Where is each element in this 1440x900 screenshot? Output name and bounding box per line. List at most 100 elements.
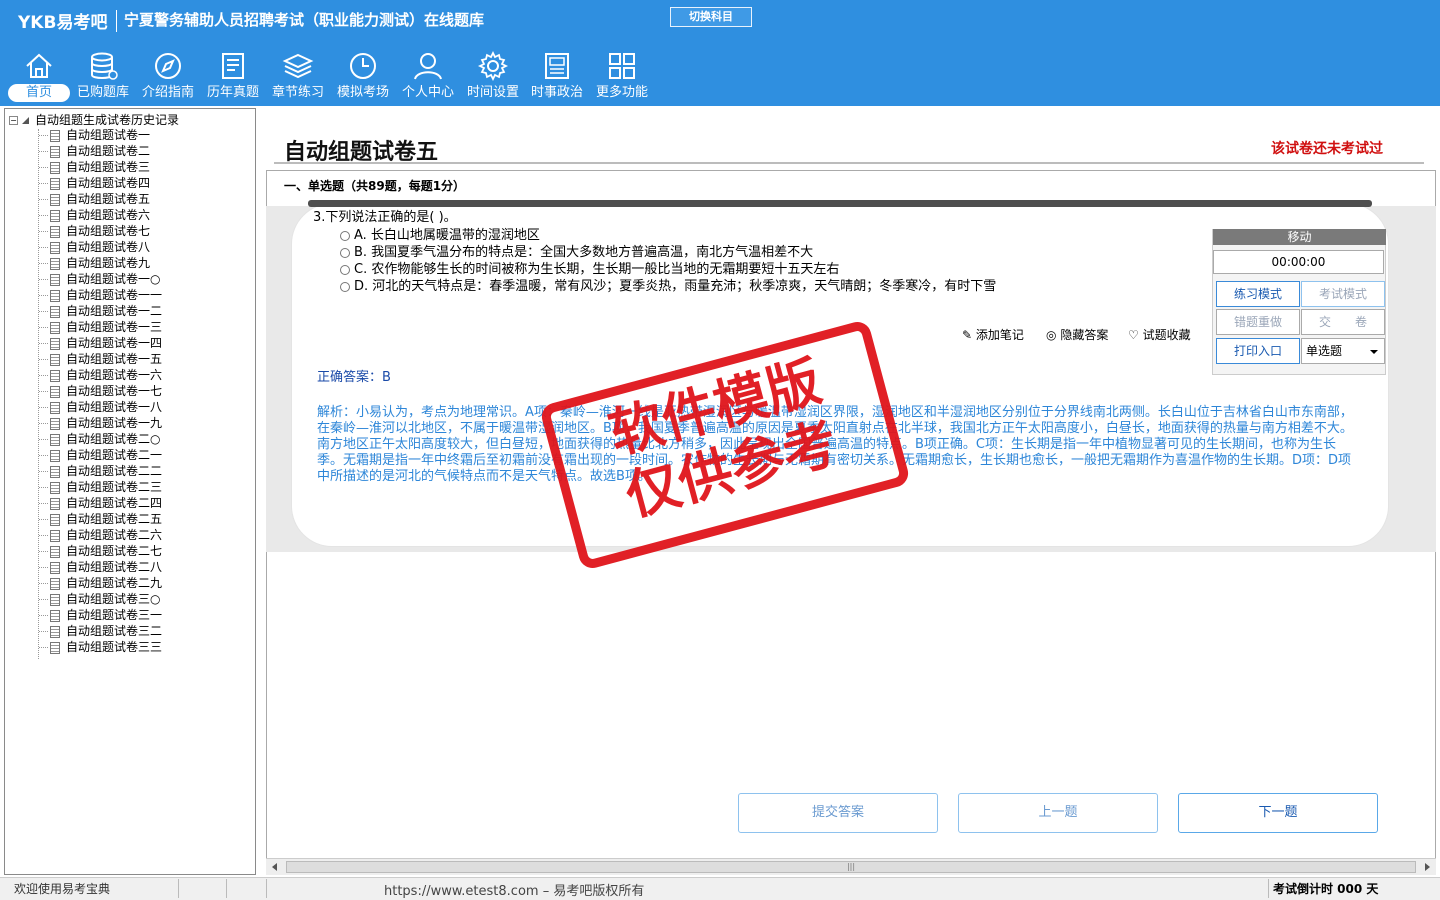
print-button[interactable]: 打印入口 [1216,338,1300,364]
tree-connector [39,487,48,488]
nav-past-papers[interactable]: 历年真题 [200,46,266,104]
exam-mode-button[interactable]: 考试模式 [1301,281,1385,307]
tree-item-label: 自动组题试卷一六 [66,368,163,382]
radio-icon[interactable] [340,281,350,292]
tree-item-label: 自动组题试卷一七 [66,384,163,398]
tree-connector [39,311,48,312]
tree-item[interactable]: 自动组题试卷四 [39,175,150,191]
document-icon [50,353,60,366]
tree-item[interactable]: 自动组题试卷八 [39,239,150,255]
document-icon [50,545,60,558]
tree-item-label: 自动组题试卷一九 [66,416,163,430]
submit-answer-button[interactable]: 提交答案 [738,793,938,833]
tree-item[interactable]: 自动组题试卷三○ [39,591,160,607]
tree-item[interactable]: 自动组题试卷二八 [39,559,162,575]
chevron-down-icon [1370,350,1378,354]
tree-item[interactable]: 自动组题试卷二二 [39,463,162,479]
nav-chapter-practice[interactable]: 章节练习 [265,46,331,104]
tree-item[interactable]: 自动组题试卷一八 [39,399,162,415]
nav-mock-exam[interactable]: 模拟考场 [330,46,396,104]
status-divider [178,879,179,898]
question-type-select[interactable]: 单选题 [1301,338,1385,364]
tree-item[interactable]: 自动组题试卷一九 [39,415,162,431]
nav-time-settings[interactable]: 时间设置 [460,46,526,104]
nav-more[interactable]: 更多功能 [589,46,655,104]
tree-item[interactable]: 自动组题试卷三二 [39,623,162,639]
nav-purchased[interactable]: 已购题库 [70,46,136,104]
panel-move-handle[interactable]: 移动 [1213,229,1386,245]
switch-subject-button[interactable]: 切换科目 [670,7,752,27]
tree-item[interactable]: 自动组题试卷二九 [39,575,162,591]
tree-item[interactable]: 自动组题试卷六 [39,207,150,223]
tree-item[interactable]: 自动组题试卷二一 [39,447,162,463]
radio-icon[interactable] [340,230,350,241]
wrong-redo-button[interactable]: 错题重做 [1216,309,1300,335]
tool-label: 试题收藏 [1142,328,1191,342]
tree-item[interactable]: 自动组题试卷二三 [39,479,162,495]
tree-item[interactable]: 自动组题试卷九 [39,255,150,271]
tree-item-label: 自动组题试卷三二 [66,624,163,638]
radio-icon[interactable] [340,247,350,258]
tree-item[interactable]: 自动组题试卷二五 [39,511,162,527]
status-divider [1268,879,1269,898]
add-note-button[interactable]: ✎ 添加笔记 [962,326,1024,343]
tree-item[interactable]: 自动组题试卷五 [39,191,150,207]
document-icon [50,417,60,430]
tree-item[interactable]: 自动组题试卷三三 [39,639,162,655]
paper-status: 该试卷还未考试过 [1271,141,1383,157]
tree-item[interactable]: 自动组题试卷一 [39,127,150,143]
scrollbar-thumb[interactable]: ||| [286,861,1416,873]
hide-answer-button[interactable]: ◎ 隐藏答案 [1046,326,1108,343]
tree-connector [39,519,48,520]
top-header: YKB易考吧 宁夏警务辅助人员招聘考试（职业能力测试）在线题库 切换科目 首页 … [0,0,1440,106]
nav-home[interactable]: 首页 [6,46,72,104]
tree-item-label: 自动组题试卷七 [66,224,151,238]
user-icon [414,53,442,80]
horizontal-scrollbar[interactable]: ||| [266,858,1436,875]
tree-item-label: 自动组题试卷三 [66,160,151,174]
tree-item[interactable]: 自动组题试卷三 [39,159,150,175]
tree-connector [39,183,48,184]
tree-item[interactable]: 自动组题试卷一三 [39,319,162,335]
eye-icon: ◎ [1046,328,1057,342]
tree-item-label: 自动组题试卷二九 [66,576,163,590]
next-question-button[interactable]: 下一题 [1178,793,1378,833]
tree-root[interactable]: − 自动组题生成试卷历史记录 [9,111,179,128]
tree-connector [39,551,48,552]
compass-icon [155,53,181,79]
tree-item[interactable]: 自动组题试卷一六 [39,367,162,383]
submit-paper-button[interactable]: 交 卷 [1301,309,1385,335]
tree-item[interactable]: 自动组题试卷二四 [39,495,162,511]
tree-item[interactable]: 自动组题试卷一五 [39,351,162,367]
tree-item[interactable]: 自动组题试卷三一 [39,607,162,623]
tree-item[interactable]: 自动组题试卷一四 [39,335,162,351]
nav-guide[interactable]: 介绍指南 [135,46,201,104]
tree-item[interactable]: 自动组题试卷二七 [39,543,162,559]
pencil-icon: ✎ [962,328,973,342]
tree-connector [39,615,48,616]
tree-item[interactable]: 自动组题试卷一○ [39,271,160,287]
tree-item[interactable]: 自动组题试卷二 [39,143,150,159]
previous-question-button[interactable]: 上一题 [958,793,1158,833]
document-icon [50,129,60,142]
tree-item[interactable]: 自动组题试卷七 [39,223,150,239]
collapse-icon[interactable]: − [9,116,18,125]
nav-current-affairs[interactable]: 时事政治 [524,46,590,104]
nav-user-center[interactable]: 个人中心 [395,46,461,104]
tree-item[interactable]: 自动组题试卷二六 [39,527,162,543]
option-d[interactable]: D. 河北的天气特点是：春季温暖，常有风沙；夏季炎热，雨量充沛；秋季凉爽，天气晴… [340,275,996,294]
radio-icon[interactable] [340,264,350,275]
document-icon [50,273,60,286]
scroll-left-icon[interactable] [272,863,277,871]
document-icon [50,609,60,622]
tree-item[interactable]: 自动组题试卷二○ [39,431,160,447]
tree-item[interactable]: 自动组题试卷一七 [39,383,162,399]
tree-item[interactable]: 自动组题试卷一一 [39,287,162,303]
document-icon [50,177,60,190]
favorite-question-button[interactable]: ♡ 试题收藏 [1128,326,1191,343]
tool-label: 添加笔记 [975,328,1024,342]
tree-connector [39,279,48,280]
scroll-right-icon[interactable] [1425,863,1430,871]
practice-mode-button[interactable]: 练习模式 [1216,281,1300,307]
tree-item[interactable]: 自动组题试卷一二 [39,303,162,319]
